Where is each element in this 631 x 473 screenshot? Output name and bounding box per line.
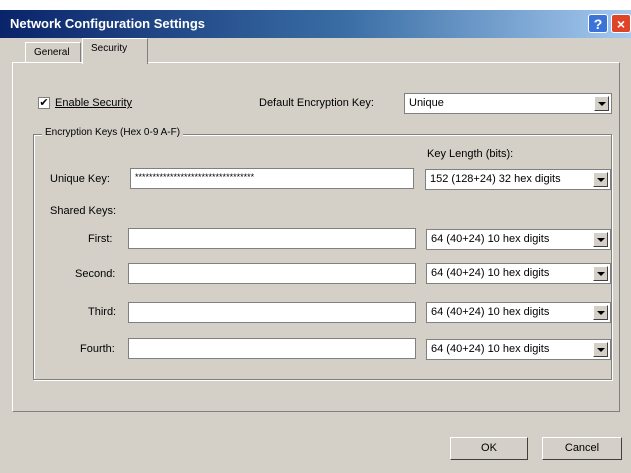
title-bar: Network Configuration Settings ? × [0,10,631,38]
chevron-down-icon[interactable] [594,96,609,111]
unique-key-length-select[interactable]: 152 (128+24) 32 hex digits [425,169,611,190]
unique-key-label: Unique Key: [50,173,110,185]
ok-button[interactable]: OK [450,437,528,460]
second-key-length-value: 64 (40+24) 10 hex digits [431,267,550,279]
fourth-key-label: Fourth: [80,343,115,355]
second-key-length-select[interactable]: 64 (40+24) 10 hex digits [426,263,611,284]
fourth-key-length-value: 64 (40+24) 10 hex digits [431,343,550,355]
unique-key-input[interactable]: ********************************** [130,168,414,189]
first-key-input[interactable] [128,228,416,249]
third-key-input[interactable] [128,302,416,323]
default-key-select[interactable]: Unique [404,93,612,114]
tab-security[interactable]: Security [82,38,148,64]
default-key-label: Default Encryption Key: [259,97,374,109]
cancel-button[interactable]: Cancel [542,437,622,460]
first-key-label: First: [88,233,113,245]
help-button[interactable]: ? [588,14,608,33]
third-key-length-select[interactable]: 64 (40+24) 10 hex digits [426,302,611,323]
window-title: Network Configuration Settings [10,16,205,31]
enable-security-checkbox[interactable]: ✔ [38,97,50,109]
chevron-down-icon[interactable] [593,172,608,187]
second-key-input[interactable] [128,263,416,284]
third-key-length-value: 64 (40+24) 10 hex digits [431,306,550,318]
chevron-down-icon[interactable] [593,232,608,247]
tab-general[interactable]: General [25,42,81,62]
fourth-key-length-select[interactable]: 64 (40+24) 10 hex digits [426,339,611,360]
close-button[interactable]: × [611,14,631,33]
first-key-length-select[interactable]: 64 (40+24) 10 hex digits [426,229,611,250]
shared-keys-label: Shared Keys: [50,205,117,217]
chevron-down-icon[interactable] [593,266,608,281]
third-key-label: Third: [88,306,117,318]
second-key-label: Second: [75,268,116,280]
first-key-length-value: 64 (40+24) 10 hex digits [431,233,550,245]
unique-key-length-value: 152 (128+24) 32 hex digits [430,173,561,185]
chevron-down-icon[interactable] [593,305,608,320]
enable-security-label[interactable]: Enable Security [55,97,132,109]
fourth-key-input[interactable] [128,338,416,359]
encryption-keys-group-title: Encryption Keys (Hex 0-9 A-F) [42,127,184,138]
default-key-value: Unique [409,97,444,109]
key-length-label: Key Length (bits): [427,148,514,160]
chevron-down-icon[interactable] [593,342,608,357]
